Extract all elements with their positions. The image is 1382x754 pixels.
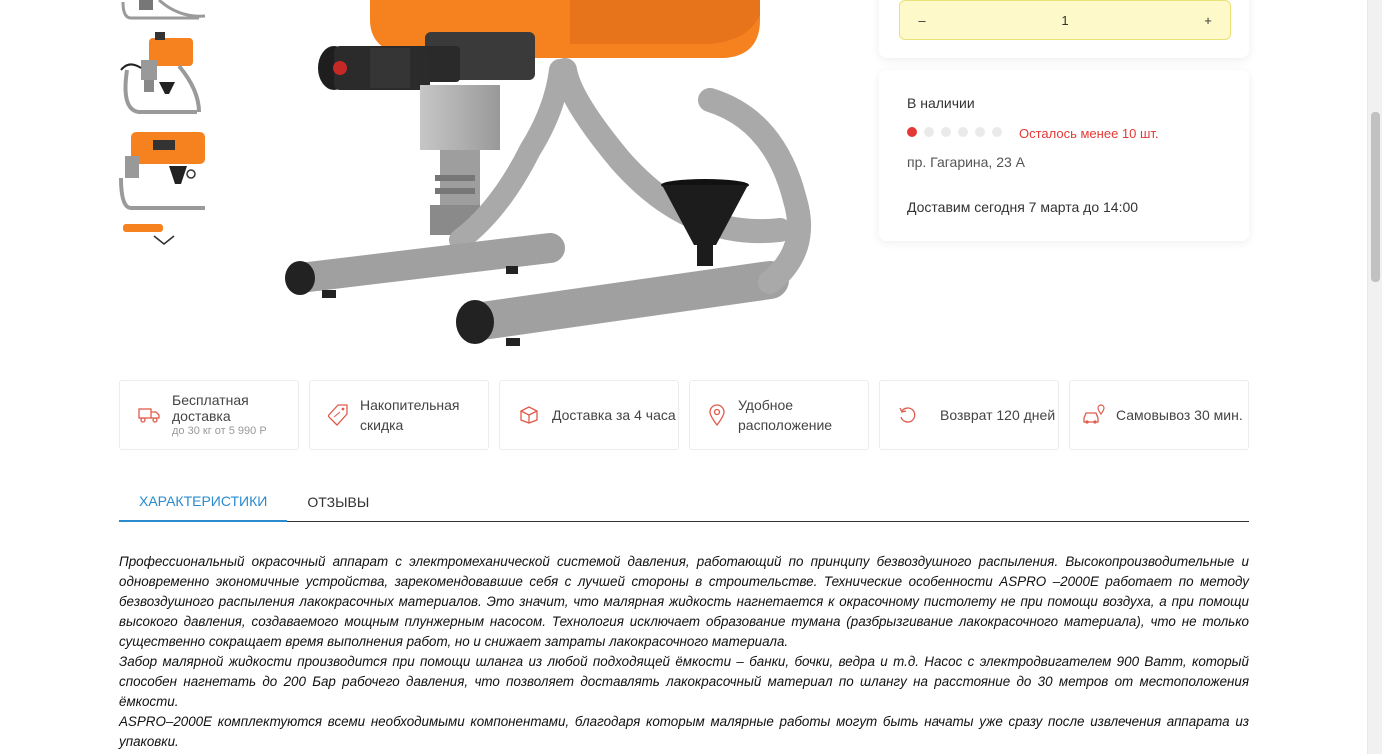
stock-level-dot bbox=[907, 127, 917, 137]
product-description: Профессиональный окрасочный аппарат с эл… bbox=[119, 552, 1249, 752]
features-row: Бесплатная доставка до 30 кг от 5 990 Р … bbox=[119, 380, 1249, 450]
product-page: – 1 + В наличии Осталось менее 10 шт. пр… bbox=[0, 0, 1382, 754]
thumbnail-3[interactable] bbox=[119, 128, 207, 214]
stock-status: В наличии bbox=[907, 95, 975, 111]
thumbnail-1[interactable] bbox=[119, 0, 207, 22]
stock-level-dot bbox=[958, 127, 968, 137]
feature-title: Доставка за 4 часа bbox=[552, 407, 676, 423]
stock-card: В наличии Осталось менее 10 шт. пр. Гага… bbox=[879, 70, 1249, 241]
feature-discount[interactable]: Накопительная скидка bbox=[309, 380, 489, 450]
feature-location[interactable]: Удобное расположение bbox=[689, 380, 869, 450]
truck-icon bbox=[138, 408, 160, 423]
stock-level-dot bbox=[941, 127, 951, 137]
quantity-decrease-button[interactable]: – bbox=[914, 13, 930, 28]
tab-reviews[interactable]: Отзывы bbox=[287, 482, 389, 522]
feature-title: Бесплатная доставка bbox=[172, 392, 249, 424]
stock-warning: Осталось менее 10 шт. bbox=[1019, 126, 1159, 141]
stock-level-dot bbox=[975, 127, 985, 137]
thumbnail-4[interactable] bbox=[119, 224, 207, 232]
stock-level-indicator bbox=[907, 127, 1002, 137]
feature-title: Самовывоз 30 мин. bbox=[1116, 407, 1243, 423]
page-scrollbar[interactable] bbox=[1367, 0, 1382, 754]
quantity-value[interactable]: 1 bbox=[1061, 13, 1068, 28]
discount-tag-icon bbox=[328, 404, 348, 426]
return-icon bbox=[899, 407, 916, 423]
tab-characteristics[interactable]: Характеристики bbox=[119, 482, 288, 522]
store-address[interactable]: пр. Гагарина, 23 А bbox=[907, 154, 1025, 170]
thumbnail-gallery bbox=[119, 0, 209, 250]
feature-title: Удобное расположение bbox=[738, 397, 833, 433]
stock-level-dot bbox=[992, 127, 1002, 137]
product-image[interactable] bbox=[270, 0, 830, 360]
box-icon bbox=[520, 406, 538, 424]
quantity-stepper: – 1 + bbox=[899, 0, 1231, 40]
stock-level-dot bbox=[924, 127, 934, 137]
chevron-down-icon[interactable] bbox=[152, 233, 176, 247]
location-pin-icon bbox=[709, 404, 725, 426]
car-pin-icon bbox=[1083, 404, 1105, 424]
feature-title: Накопительная скидка bbox=[360, 397, 460, 433]
feature-return[interactable]: Возврат 120 дней bbox=[879, 380, 1059, 450]
feature-pickup[interactable]: Самовывоз 30 мин. bbox=[1069, 380, 1249, 450]
product-tabs: Характеристики Отзывы bbox=[119, 482, 1249, 522]
scrollbar-thumb[interactable] bbox=[1371, 112, 1380, 282]
feature-subtitle: до 30 кг от 5 990 Р bbox=[172, 425, 267, 437]
feature-title: Возврат 120 дней bbox=[940, 407, 1056, 423]
description-paragraph: Профессиональный окрасочный аппарат с эл… bbox=[119, 554, 1249, 649]
description-paragraph: ASPRO–2000E комплектуются всеми необходи… bbox=[119, 714, 1249, 749]
quantity-card: – 1 + bbox=[879, 0, 1249, 58]
thumbnail-2[interactable] bbox=[119, 30, 207, 120]
feature-free-delivery[interactable]: Бесплатная доставка до 30 кг от 5 990 Р bbox=[119, 380, 299, 450]
delivery-info: Доставим сегодня 7 марта до 14:00 bbox=[907, 199, 1139, 215]
quantity-increase-button[interactable]: + bbox=[1200, 13, 1216, 28]
feature-fast-delivery[interactable]: Доставка за 4 часа bbox=[499, 380, 679, 450]
description-paragraph: Забор малярной жидкости производится при… bbox=[119, 654, 1249, 709]
